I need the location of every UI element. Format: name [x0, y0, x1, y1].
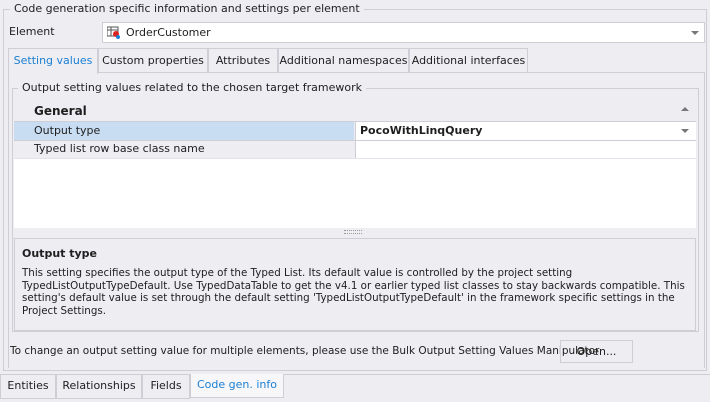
tab-label: Fields [150, 379, 182, 392]
row-value: PocoWithLinqQuery [360, 124, 483, 137]
open-button[interactable]: Open... [560, 340, 633, 363]
tab-relationships[interactable]: Relationships [56, 375, 142, 399]
tab-label: Custom properties [102, 54, 204, 67]
description-panel: Output type This setting specifies the o… [14, 238, 696, 331]
row-value-cell[interactable] [355, 141, 696, 158]
element-label: Element [9, 25, 55, 38]
tab-label: Additional interfaces [411, 54, 526, 67]
grid-row-output-type[interactable]: Output type PocoWithLinqQuery [14, 121, 696, 140]
tab-panel-right [704, 72, 705, 368]
inner-group-title: Output setting values related to the cho… [18, 81, 367, 94]
tab-additional-namespaces[interactable]: Additional namespaces [278, 48, 409, 73]
tab-entities[interactable]: Entities [0, 375, 56, 399]
tab-label: Setting values [13, 54, 93, 67]
tab-custom-properties[interactable]: Custom properties [98, 48, 208, 73]
grid-row-base-class[interactable]: Typed list row base class name [14, 140, 696, 158]
chevron-down-icon[interactable] [691, 31, 699, 35]
open-button-label: Open... [576, 345, 617, 358]
splitter-handle[interactable] [344, 230, 362, 234]
tab-label: Additional namespaces [279, 54, 408, 67]
tab-code-gen-info[interactable]: Code gen. info [190, 374, 284, 398]
tab-label: Code gen. info [196, 378, 277, 391]
property-grid[interactable]: General Output type PocoWithLinqQuery Ty… [14, 99, 696, 229]
category-general[interactable]: General [34, 104, 87, 118]
element-combo[interactable]: OrderCustomer [102, 22, 705, 43]
tab-label: Relationships [62, 379, 136, 392]
row-value-cell[interactable]: PocoWithLinqQuery [355, 122, 696, 140]
tab-label: Entities [7, 379, 49, 392]
tab-attributes[interactable]: Attributes [208, 48, 278, 73]
description-title: Output type [22, 247, 97, 260]
tab-setting-values[interactable]: Setting values [8, 48, 98, 74]
tab-label: Attributes [215, 54, 271, 67]
description-text: This setting specifies the output type o… [22, 267, 685, 317]
collapse-icon[interactable] [681, 107, 689, 111]
row-name: Output type [34, 124, 101, 137]
group-title: Code generation specific information and… [10, 2, 364, 15]
tab-panel [8, 72, 705, 73]
grid-empty-area [14, 158, 696, 228]
row-name: Typed list row base class name [34, 142, 205, 155]
typed-list-icon [106, 26, 121, 39]
tab-panel-left [8, 72, 9, 368]
bulk-text: To change an output setting value for mu… [10, 345, 600, 357]
chevron-down-icon[interactable] [681, 129, 689, 133]
tab-fields[interactable]: Fields [142, 375, 190, 399]
tab-additional-interfaces[interactable]: Additional interfaces [409, 48, 528, 73]
element-value: OrderCustomer [126, 26, 211, 39]
